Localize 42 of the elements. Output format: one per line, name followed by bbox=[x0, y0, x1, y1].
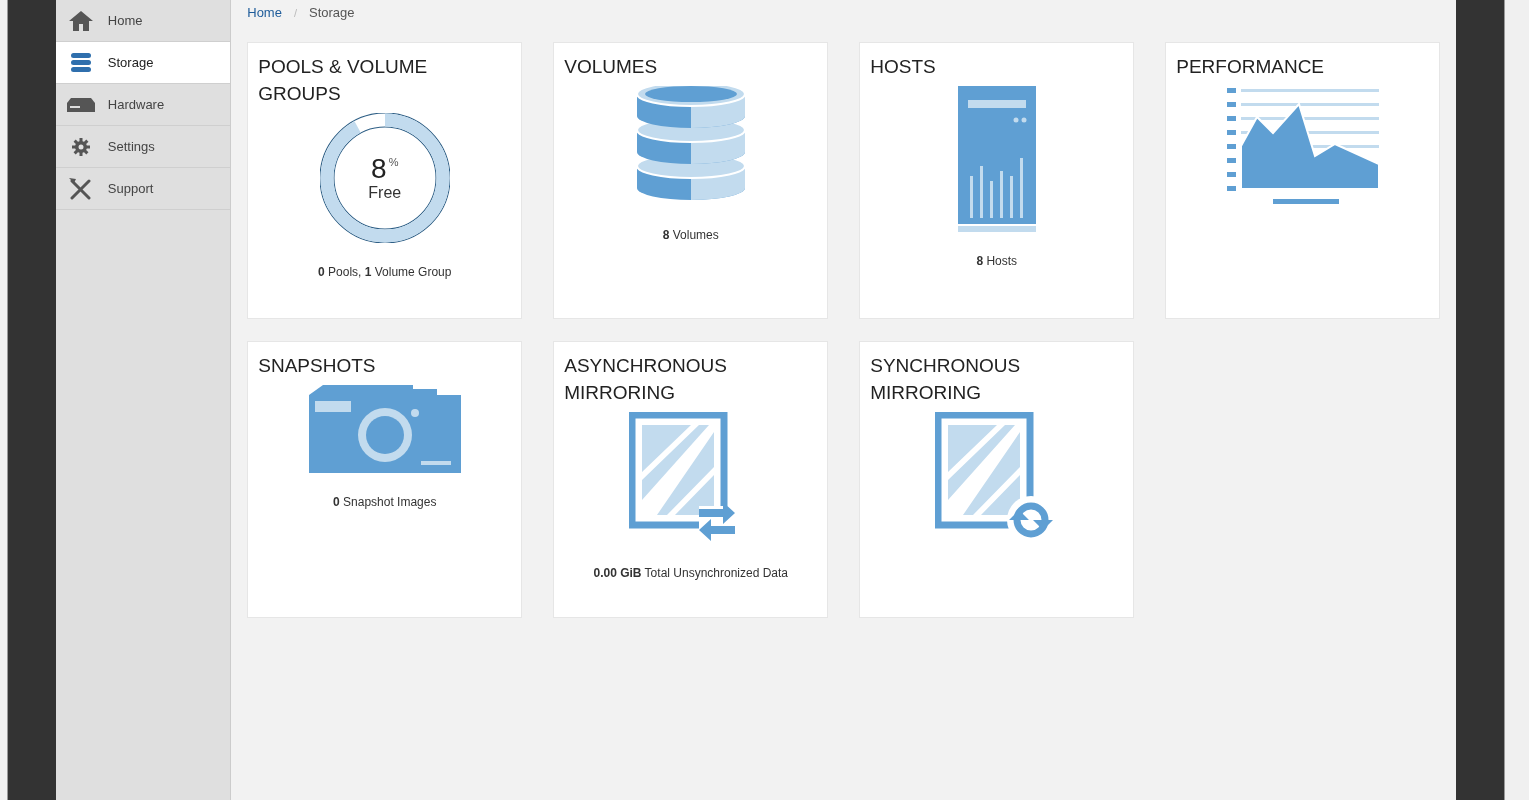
gear-icon bbox=[71, 137, 90, 156]
camera-icon bbox=[308, 385, 461, 473]
card-title: POOLS & VOLUME GROUPS bbox=[258, 55, 429, 106]
area-chart-icon bbox=[1226, 86, 1379, 206]
dashboard-card[interactable]: SYNCHRONOUS MIRRORING bbox=[859, 341, 1135, 618]
card-title: SNAPSHOTS bbox=[258, 354, 377, 378]
sidebar-label: Hardware bbox=[107, 95, 165, 114]
sidebar-item[interactable]: Support bbox=[55, 168, 231, 210]
card-title: HOSTS bbox=[870, 55, 937, 79]
sidebar-label: Home bbox=[107, 11, 143, 30]
breadcrumb-separator: / bbox=[293, 5, 297, 21]
dashboard-card[interactable]: VOLUMES 8 Volumes bbox=[553, 42, 829, 319]
card-summary: 0 Snapshot Images bbox=[333, 494, 437, 511]
breadcrumb-current: Storage bbox=[309, 4, 355, 23]
card-summary: 0 Pools, 1 Volume Group bbox=[318, 264, 452, 281]
tools-icon bbox=[68, 177, 93, 200]
sidebar-label: Storage bbox=[107, 53, 154, 72]
card-title: PERFORMANCE bbox=[1176, 55, 1326, 79]
sidebar-item[interactable]: Settings bbox=[55, 126, 231, 168]
card-title: SYNCHRONOUS MIRRORING bbox=[870, 354, 1022, 405]
dashboard-card[interactable]: SNAPSHOTS 0 Snapshot Images bbox=[247, 341, 523, 618]
gauge-label: Free bbox=[368, 185, 402, 201]
card-title: VOLUMES bbox=[564, 55, 659, 79]
dashboard-card[interactable]: HOSTS 8 Hosts bbox=[859, 42, 1135, 319]
sidebar-label: Settings bbox=[107, 137, 155, 156]
card-title: ASYNCHRONOUS MIRRORING bbox=[564, 354, 728, 405]
dashboard-card[interactable]: ASYNCHRONOUS MIRRORING 0.00 GiB Total Unsynchronized Data bbox=[553, 341, 829, 618]
sidebar-label: Support bbox=[107, 179, 154, 198]
card-summary: 0.00 GiB Total Unsynchronized Data bbox=[593, 565, 789, 582]
card-summary: 8 Hosts bbox=[976, 253, 1018, 270]
breadcrumb-link[interactable]: Home bbox=[247, 3, 282, 23]
gauge-value: 8 bbox=[371, 155, 387, 183]
card-summary: 8 Volumes bbox=[662, 227, 719, 244]
sidebar-item[interactable]: Storage bbox=[55, 42, 231, 84]
dashboard-card[interactable]: PERFORMANCE bbox=[1165, 42, 1441, 319]
dashboard-card[interactable]: POOLS & VOLUME GROUPS 8% Free 0 Pools, 1 Volume Group bbox=[247, 42, 523, 319]
server-tower-icon bbox=[957, 86, 1036, 232]
sidebar-item[interactable]: Hardware bbox=[55, 84, 231, 126]
gauge-unit: % bbox=[388, 157, 399, 168]
database-icon bbox=[70, 52, 91, 73]
server-icon bbox=[66, 97, 95, 112]
home-icon bbox=[67, 9, 94, 32]
